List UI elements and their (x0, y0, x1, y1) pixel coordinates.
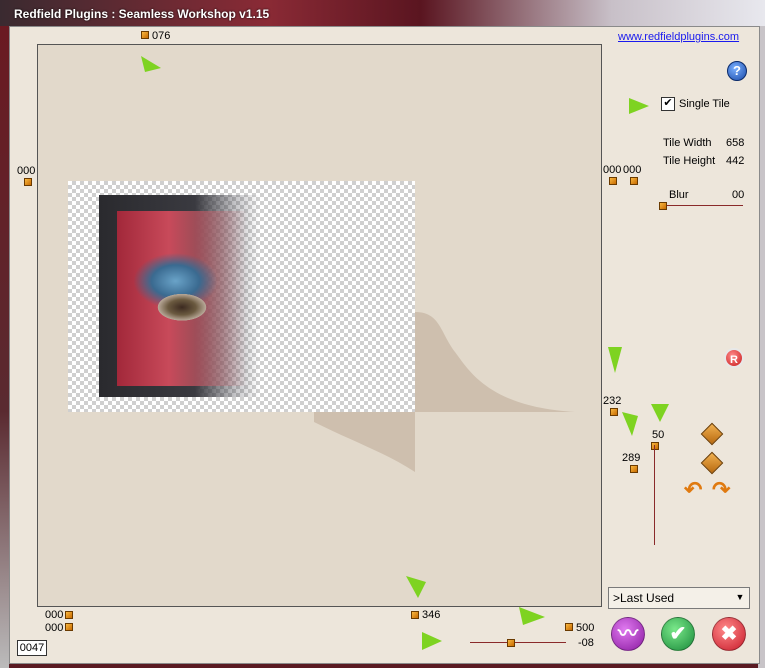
tile-width-value: 658 (726, 137, 745, 149)
bottom-500-value: 500 (576, 622, 595, 634)
green-pointer-icon (651, 404, 669, 422)
reset-icon[interactable]: R (724, 348, 744, 368)
green-pointer-icon (422, 632, 442, 650)
bottom-slider-handle[interactable] (507, 639, 515, 647)
tile-width-label: Tile Width (663, 137, 712, 149)
bottom-346-value: 346 (422, 609, 441, 621)
right-offset-b-value: 000 (623, 164, 642, 176)
help-icon[interactable]: ? (727, 61, 747, 81)
single-tile-label: Single Tile (679, 98, 730, 110)
green-pointer-icon (608, 347, 622, 373)
window-title: Redfield Plugins : Seamless Workshop v1.… (14, 7, 270, 21)
handle-289[interactable] (630, 465, 638, 473)
preset-dropdown[interactable]: >Last Used ▼ (608, 587, 750, 609)
top-offset-value: 076 (152, 30, 171, 42)
title-bar: Redfield Plugins : Seamless Workshop v1.… (0, 0, 765, 26)
green-pointer-icon (629, 98, 649, 114)
bottom-left-value-1: 000 (45, 609, 64, 621)
green-pointer-icon (141, 56, 161, 72)
value-232: 232 (603, 395, 622, 407)
left-offset-value: 000 (17, 165, 36, 177)
single-tile-checkbox[interactable]: ✔ (661, 97, 675, 111)
ok-icon[interactable]: ✔ (661, 617, 695, 651)
cancel-icon[interactable]: ✖ (712, 617, 746, 651)
bottom-slider-value: -08 (578, 637, 594, 649)
bottom-left-value-2: 000 (45, 622, 64, 634)
blur-value: 00 (732, 189, 745, 201)
right-offset-b-handle[interactable] (630, 177, 638, 185)
rotate-left-icon[interactable]: ↶ (684, 477, 702, 503)
vertical-slider-handle[interactable] (651, 442, 659, 450)
green-pointer-icon (406, 576, 426, 598)
counter-field: 0047 (17, 640, 47, 656)
bottom-346-handle[interactable] (411, 611, 419, 619)
window-border-left (0, 26, 9, 668)
vertical-slider-track[interactable] (654, 445, 655, 545)
bottom-left-handle-2[interactable] (65, 623, 73, 631)
blend-curve-shape-lower (314, 412, 415, 472)
value-50: 50 (652, 429, 665, 441)
top-offset-handle[interactable] (141, 31, 149, 39)
blur-label: Blur (669, 189, 689, 201)
green-pointer-icon (519, 607, 545, 625)
website-link[interactable]: www.redfieldplugins.com (618, 31, 739, 43)
left-offset-handle[interactable] (24, 178, 32, 186)
bottom-slider-track[interactable] (470, 642, 566, 643)
green-pointer-icon (622, 412, 638, 436)
handle-232[interactable] (610, 408, 618, 416)
blur-slider-handle[interactable] (659, 202, 667, 210)
tile-height-value: 442 (726, 155, 745, 167)
randomize-icon[interactable]: 〰 (611, 617, 645, 651)
preview-image-eye (117, 211, 247, 386)
blur-slider-track[interactable] (663, 205, 743, 206)
right-offset-a-handle[interactable] (609, 177, 617, 185)
preset-dropdown-value: >Last Used (613, 591, 675, 605)
bottom-left-handle-1[interactable] (65, 611, 73, 619)
value-289: 289 (622, 452, 641, 464)
rotate-right-icon[interactable]: ↷ (712, 477, 730, 503)
right-offset-a-value: 000 (603, 164, 622, 176)
bottom-500-handle[interactable] (565, 623, 573, 631)
tile-height-label: Tile Height (663, 155, 716, 167)
blend-curve-shape (415, 312, 575, 412)
chevron-down-icon[interactable]: ▼ (733, 590, 747, 604)
